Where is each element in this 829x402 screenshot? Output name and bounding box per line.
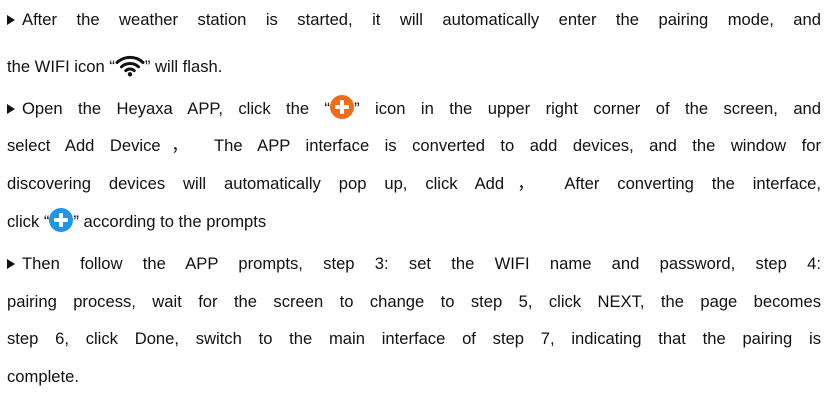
paragraph-2-line-3: discovering devices will automatically p… [7, 174, 821, 193]
wifi-icon [115, 53, 145, 77]
paragraph-3-line-4: complete. [7, 367, 79, 386]
paragraph-1-line-2: the WIFI icon “ ” will flash. [7, 50, 821, 84]
bullet-triangle-icon [7, 15, 15, 25]
paragraph-3-line-3: step 6, click Done, switch to the main i… [7, 329, 821, 348]
paragraph-3-line-1: Then follow the APP prompts, step 3: set… [7, 247, 821, 281]
bullet-triangle-icon [7, 259, 15, 269]
bullet-triangle-icon [7, 104, 15, 114]
paragraph-3-line-2: pairing process, wait for the screen to … [7, 292, 821, 311]
paragraph-1-line-1: After the weather station is started, it… [7, 3, 821, 37]
paragraph-2-line-1: Open the Heyaxa APP, click the “ ” icon … [7, 92, 821, 126]
add-circle-orange-icon [330, 95, 355, 119]
document: After the weather station is started, it… [0, 0, 829, 402]
paragraph-2-line-4: click “ ” according to the prompts [7, 205, 821, 239]
add-circle-blue-icon [49, 208, 74, 232]
paragraph-2-line-2: select Add Device， The APP interface is … [7, 136, 821, 155]
